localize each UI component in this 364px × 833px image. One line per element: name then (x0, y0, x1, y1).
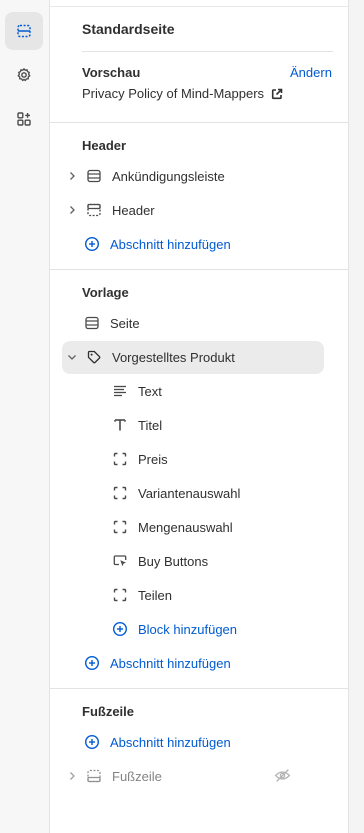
add-section-template-button[interactable]: Abschnitt hinzufügen (84, 651, 231, 675)
layout-section-icon (86, 168, 102, 184)
block-item-label: Titel (138, 417, 163, 433)
button-cursor-icon (112, 553, 128, 569)
block-item-quantity-selector[interactable]: Mengenauswahl (112, 515, 233, 539)
eye-hidden-icon[interactable] (274, 767, 291, 784)
block-item-price[interactable]: Preis (112, 447, 168, 471)
layout-footer-icon (86, 768, 102, 784)
section-item-label: Header (112, 202, 155, 218)
section-divider (50, 122, 348, 123)
preview-page-name: Privacy Policy of Mind-Mappers (82, 86, 265, 101)
add-block-button[interactable]: Block hinzufügen (112, 617, 237, 641)
chevron-right-icon[interactable] (64, 202, 80, 218)
sections-nav-button[interactable] (5, 12, 43, 50)
plus-circle-icon (84, 236, 100, 252)
preview-page-row[interactable]: Privacy Policy of Mind-Mappers (82, 86, 283, 101)
layout-section-icon (84, 315, 100, 331)
apps-nav-button[interactable] (5, 100, 43, 138)
chevron-right-icon[interactable] (64, 168, 80, 184)
block-item-label: Buy Buttons (138, 553, 209, 569)
section-item-header[interactable]: Header (64, 198, 155, 222)
add-section-footer-button[interactable]: Abschnitt hinzufügen (84, 730, 231, 754)
plus-circle-icon (112, 621, 128, 637)
section-item-label: Vorgestelltes Produkt (112, 349, 235, 365)
title-divider (82, 51, 333, 52)
chevron-down-icon[interactable] (64, 349, 80, 365)
footer-group-title: Fußzeile (82, 704, 135, 719)
block-item-label: Mengenauswahl (138, 519, 233, 535)
template-group-title: Vorlage (82, 285, 129, 300)
add-block-label: Block hinzufügen (138, 621, 238, 637)
section-item-label: Ankündigungsleiste (112, 168, 225, 184)
section-item-page[interactable]: Seite (84, 311, 140, 335)
dashed-box-icon (112, 451, 128, 467)
block-item-label: Text (138, 383, 162, 399)
add-section-label: Abschnitt hinzufügen (110, 236, 231, 252)
block-item-share[interactable]: Teilen (112, 583, 172, 607)
dashed-box-icon (112, 519, 128, 535)
title-t-icon (112, 417, 128, 433)
sections-icon (16, 23, 32, 39)
left-sidebar (0, 0, 50, 833)
block-item-buy-buttons[interactable]: Buy Buttons (112, 549, 208, 573)
gear-icon (16, 67, 32, 83)
preview-label: Vorschau (82, 65, 141, 80)
section-item-label: Seite (110, 315, 140, 331)
add-section-header-button[interactable]: Abschnitt hinzufügen (84, 232, 231, 256)
section-item-featured-product[interactable]: Vorgestelltes Produkt (64, 345, 235, 369)
section-divider (50, 269, 348, 270)
sections-panel: Standardseite Vorschau Ändern Privacy Po… (50, 0, 348, 833)
block-item-variant-picker[interactable]: Variantenauswahl (112, 481, 240, 505)
change-preview-link[interactable]: Ändern (290, 65, 332, 80)
layout-header-icon (86, 202, 102, 218)
plus-circle-icon (84, 655, 100, 671)
text-lines-icon (112, 383, 128, 399)
header-group-title: Header (82, 138, 127, 153)
section-item-footer[interactable]: Fußzeile (64, 764, 162, 788)
dashed-box-icon (112, 587, 128, 603)
add-section-label: Abschnitt hinzufügen (110, 655, 231, 671)
chevron-right-icon[interactable] (64, 768, 80, 784)
plus-circle-icon (84, 734, 100, 750)
settings-nav-button[interactable] (5, 56, 43, 94)
external-link-icon (271, 88, 283, 100)
dashed-box-icon (112, 485, 128, 501)
block-item-title[interactable]: Titel (112, 413, 162, 437)
section-divider (50, 688, 348, 689)
block-item-label: Variantenauswahl (138, 485, 241, 501)
scroll-track[interactable] (348, 0, 364, 833)
section-item-label: Fußzeile (112, 768, 162, 784)
block-item-label: Preis (138, 451, 168, 467)
block-item-text[interactable]: Text (112, 379, 162, 403)
tag-icon (86, 349, 102, 365)
add-section-label: Abschnitt hinzufügen (110, 734, 231, 750)
block-item-label: Teilen (138, 587, 172, 603)
page-title: Standardseite (82, 21, 175, 37)
section-item-announcement[interactable]: Ankündigungsleiste (64, 164, 225, 188)
apps-icon (16, 111, 32, 127)
